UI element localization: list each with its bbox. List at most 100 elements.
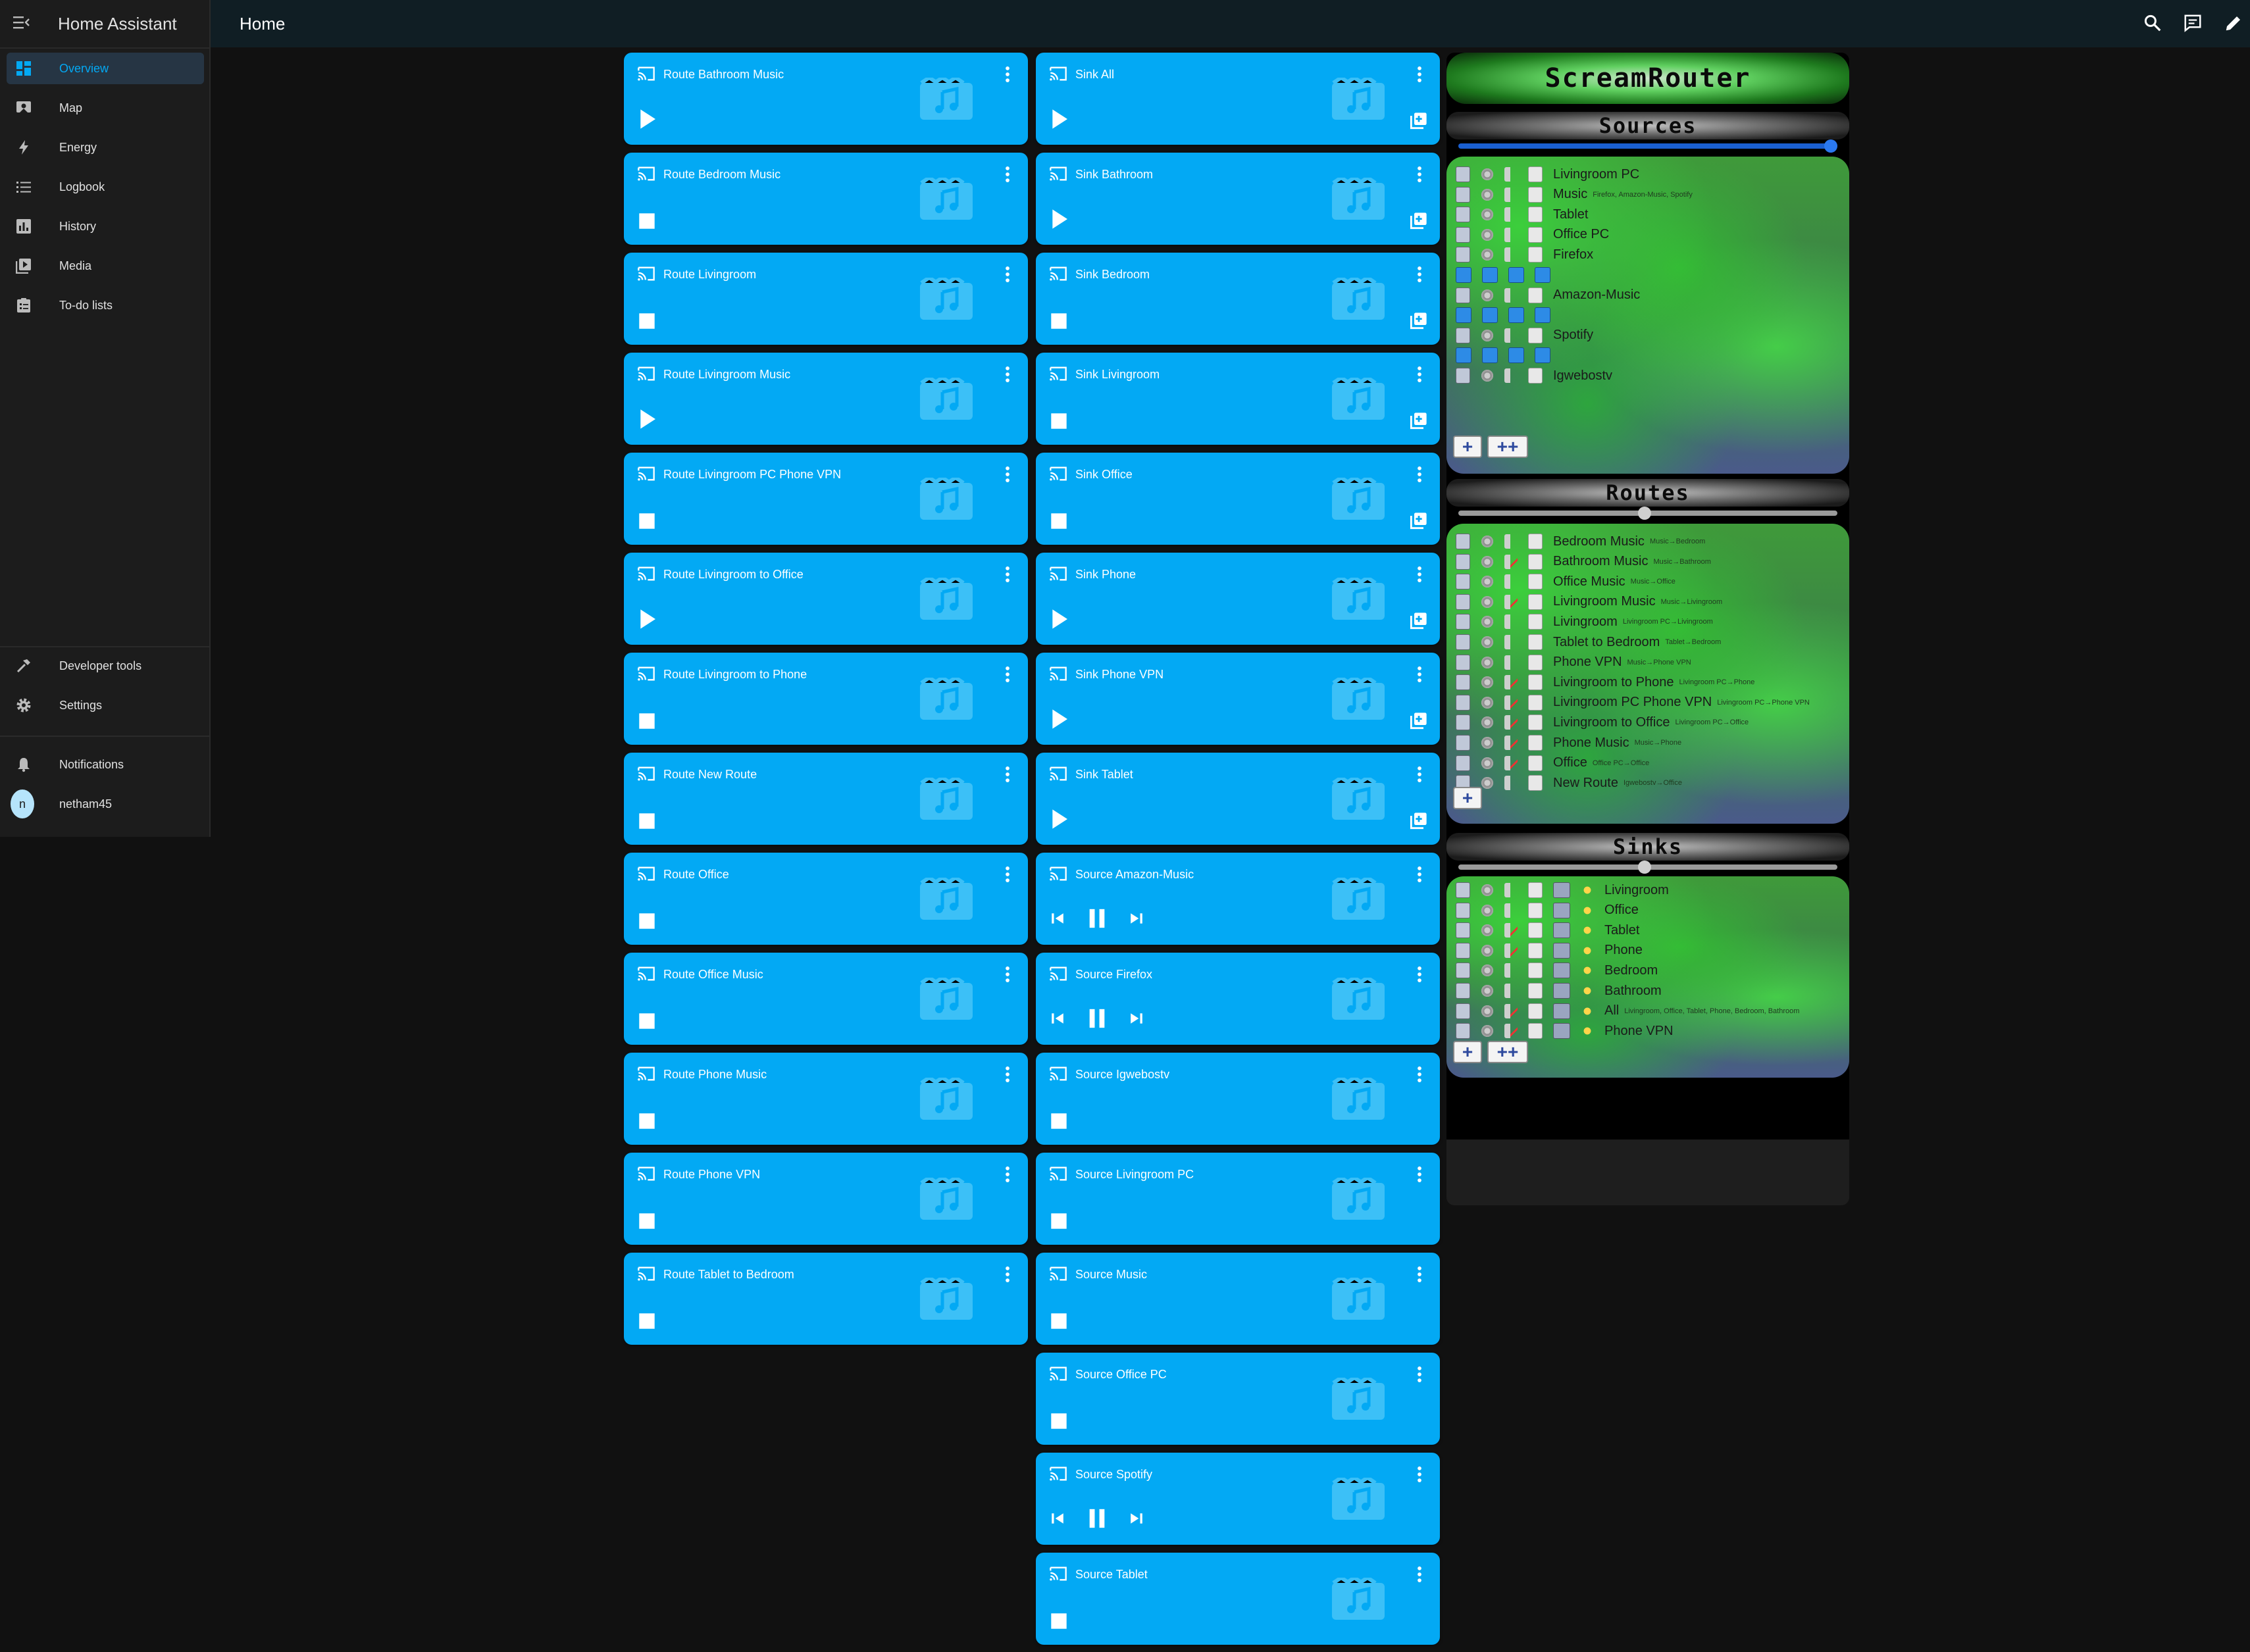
info-icon[interactable] [1456, 942, 1470, 959]
playlist-add-icon[interactable] [1410, 811, 1428, 833]
sidebar-item-history[interactable]: History [7, 211, 204, 242]
media-player-card[interactable]: Sink Phone [1036, 553, 1440, 645]
visualizer-icon[interactable] [1553, 942, 1570, 959]
equalizer-icon[interactable] [1528, 902, 1543, 918]
info-icon[interactable] [1456, 983, 1470, 999]
source-row[interactable]: Office PC [1456, 225, 1609, 245]
sink-row[interactable]: Tablet [1456, 920, 1639, 940]
speaker-icon[interactable] [1504, 655, 1518, 670]
info-icon[interactable] [1456, 614, 1470, 630]
equalizer-icon[interactable] [1528, 735, 1543, 751]
sidebar-item-settings[interactable]: Settings [7, 689, 204, 721]
speaker-icon[interactable] [1504, 207, 1518, 222]
media-player-card[interactable]: Sink Phone VPN [1036, 653, 1440, 745]
stop-icon[interactable] [638, 1013, 655, 1033]
more-vert-icon[interactable] [1416, 266, 1423, 286]
sources-volume-slider[interactable] [1458, 143, 1837, 149]
info-icon[interactable] [1456, 634, 1470, 650]
media-player-card[interactable]: Source Igwebostv [1036, 1053, 1440, 1145]
info-icon[interactable] [1456, 368, 1470, 384]
visualizer-icon[interactable] [1553, 902, 1570, 918]
sink-row[interactable]: Phone VPN [1456, 1021, 1674, 1041]
equalizer-icon[interactable] [1528, 226, 1543, 243]
sinks-volume-knob[interactable] [1638, 861, 1651, 874]
media-player-card[interactable]: Route Livingroom PC Phone VPN [624, 453, 1028, 545]
visualizer-icon[interactable] [1553, 1003, 1570, 1019]
stop-icon[interactable] [638, 713, 655, 733]
more-vert-icon[interactable] [1416, 766, 1423, 786]
equalizer-icon[interactable] [1528, 593, 1543, 610]
route-row[interactable]: Office Music Music→Office [1456, 572, 1675, 591]
gear-icon[interactable] [1481, 534, 1494, 549]
sources-volume-knob[interactable] [1824, 139, 1837, 153]
sidebar-item-user[interactable]: n netham45 [7, 788, 204, 820]
equalizer-icon[interactable] [1528, 674, 1543, 691]
media-player-card[interactable]: Route Office Music [624, 953, 1028, 1045]
equalizer-icon[interactable] [1528, 166, 1543, 182]
media-player-card[interactable]: Route Livingroom to Office [624, 553, 1028, 645]
info-icon[interactable] [1456, 327, 1470, 343]
add-sink-button[interactable]: + [1453, 1041, 1482, 1063]
sink-row[interactable]: Phone [1456, 941, 1643, 961]
speaker-icon[interactable] [1504, 984, 1518, 998]
stop-icon[interactable] [1050, 413, 1067, 433]
more-vert-icon[interactable] [1004, 466, 1011, 486]
sink-row[interactable]: Office [1456, 901, 1639, 920]
equalizer-icon[interactable] [1528, 553, 1543, 570]
media-player-card[interactable]: Source Music [1036, 1253, 1440, 1345]
prev-track-icon[interactable] [1482, 267, 1498, 283]
gear-icon[interactable] [1481, 776, 1494, 791]
speaker-muted-icon[interactable] [1504, 675, 1518, 690]
route-row[interactable]: Livingroom Livingroom PC→Livingroom [1456, 612, 1713, 632]
more-vert-icon[interactable] [1416, 1366, 1423, 1386]
info-icon[interactable] [1456, 735, 1470, 751]
play-icon[interactable] [1050, 109, 1069, 133]
speaker-icon[interactable] [1504, 247, 1518, 263]
media-player-card[interactable]: Route Tablet to Bedroom [624, 1253, 1028, 1345]
stop-icon[interactable] [1050, 1413, 1067, 1433]
sparkle-icon[interactable] [1581, 1003, 1594, 1018]
more-vert-icon[interactable] [1416, 366, 1423, 386]
equalizer-icon[interactable] [1528, 1023, 1543, 1039]
media-player-card[interactable]: Route New Route [624, 753, 1028, 845]
source-row[interactable] [1456, 265, 1561, 285]
pause-icon[interactable] [1087, 1507, 1107, 1533]
stop-icon[interactable] [638, 813, 655, 833]
media-player-card[interactable]: Source Amazon-Music [1036, 853, 1440, 945]
equalizer-icon[interactable] [1528, 963, 1543, 979]
skip-next-icon[interactable] [1129, 911, 1144, 930]
equalizer-icon[interactable] [1528, 287, 1543, 303]
info-icon[interactable] [1456, 882, 1470, 898]
source-row[interactable]: Firefox [1456, 245, 1593, 264]
speaker-icon[interactable] [1504, 776, 1518, 791]
play-pause-icon[interactable] [1508, 267, 1524, 283]
stop-icon[interactable] [1050, 513, 1067, 533]
gear-icon[interactable] [1481, 903, 1494, 918]
speaker-muted-icon[interactable] [1504, 755, 1518, 770]
media-player-card[interactable]: Sink Livingroom [1036, 353, 1440, 445]
play-icon[interactable] [1050, 209, 1069, 233]
source-row[interactable]: Tablet [1456, 205, 1588, 224]
stop-icon[interactable] [638, 313, 655, 333]
gear-icon[interactable] [1481, 368, 1494, 383]
info-icon[interactable] [1456, 287, 1470, 303]
more-vert-icon[interactable] [1004, 1166, 1011, 1186]
info-icon[interactable] [1456, 654, 1470, 670]
speaker-icon[interactable] [1504, 574, 1518, 589]
gear-icon[interactable] [1481, 943, 1494, 958]
vnc-icon[interactable] [1456, 347, 1471, 364]
speaker-muted-icon[interactable] [1504, 695, 1518, 710]
equalizer-icon[interactable] [1528, 186, 1543, 203]
gear-icon[interactable] [1481, 614, 1494, 630]
route-row[interactable]: Tablet to Bedroom Tablet→Bedroom [1456, 632, 1721, 652]
gear-icon[interactable] [1481, 574, 1494, 589]
skip-previous-icon[interactable] [1050, 1011, 1065, 1030]
source-row[interactable]: Music Firefox, Amazon-Music, Spotify [1456, 185, 1693, 205]
play-icon[interactable] [638, 609, 657, 633]
playlist-add-icon[interactable] [1410, 611, 1428, 633]
info-icon[interactable] [1456, 694, 1470, 711]
gear-icon[interactable] [1481, 963, 1494, 978]
equalizer-icon[interactable] [1528, 1003, 1543, 1019]
route-row[interactable]: Bedroom Music Music→Bedroom [1456, 532, 1705, 551]
route-row[interactable]: Livingroom PC Phone VPN Livingroom PC→Pho… [1456, 693, 1810, 713]
